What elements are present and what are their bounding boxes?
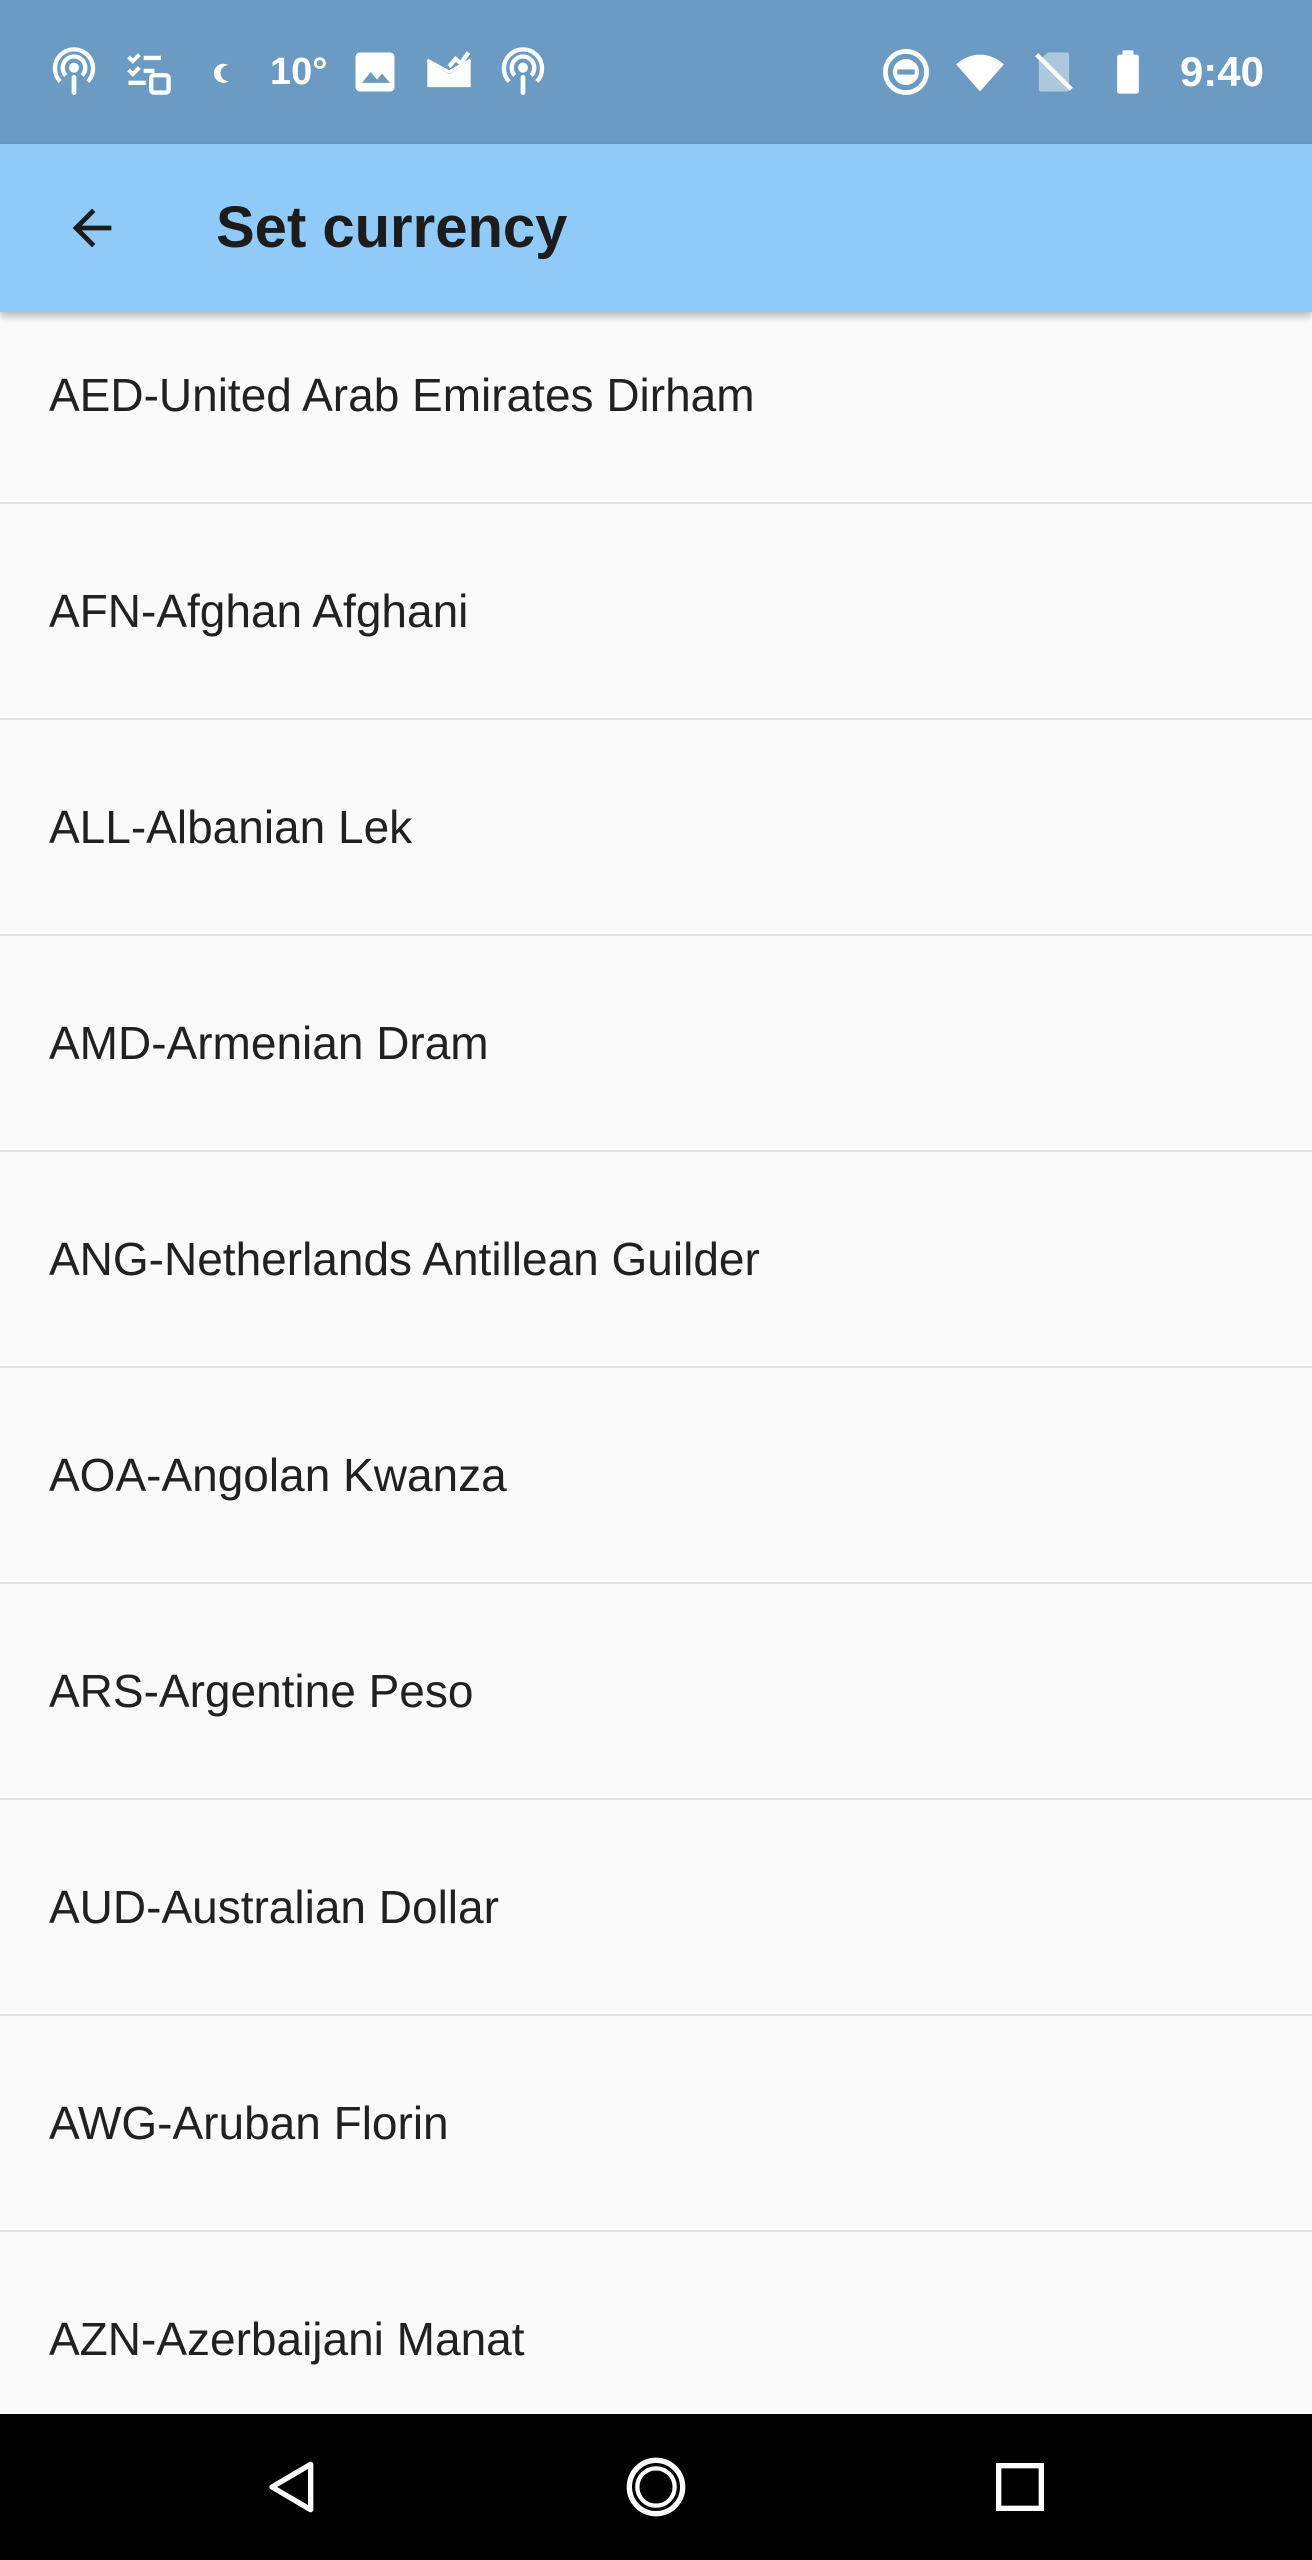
dnd-icon	[880, 46, 932, 98]
battery-icon	[1102, 46, 1154, 98]
podcast-icon	[48, 46, 100, 98]
temperature-text: 10°	[270, 50, 328, 93]
home-circle-icon	[626, 2457, 686, 2517]
back-button[interactable]	[44, 180, 140, 276]
currency-item-ars[interactable]: ARS-Argentine Peso	[0, 1584, 1312, 1800]
mail-done-icon	[423, 46, 475, 98]
tasks-icon	[122, 46, 174, 98]
page-title: Set currency	[216, 195, 568, 260]
app-bar: Set currency	[0, 144, 1312, 312]
currency-item-aed[interactable]: AED-United Arab Emirates Dirham	[0, 288, 1312, 504]
wifi-icon	[954, 46, 1006, 98]
nav-recents-button[interactable]	[970, 2437, 1070, 2537]
currency-item-aud[interactable]: AUD-Australian Dollar	[0, 1800, 1312, 2016]
currency-item-awg[interactable]: AWG-Aruban Florin	[0, 2016, 1312, 2232]
moon-icon	[196, 46, 248, 98]
arrow-back-icon	[72, 208, 112, 248]
navigation-bar	[0, 2414, 1312, 2560]
currency-list[interactable]: AED-United Arab Emirates Dirham AFN-Afgh…	[0, 288, 1312, 2414]
podcast-icon	[497, 46, 549, 98]
currency-item-ang[interactable]: ANG-Netherlands Antillean Guilder	[0, 1152, 1312, 1368]
no-sim-icon	[1028, 46, 1080, 98]
currency-item-aoa[interactable]: AOA-Angolan Kwanza	[0, 1368, 1312, 1584]
nav-home-button[interactable]	[606, 2437, 706, 2537]
back-triangle-icon	[269, 2461, 314, 2513]
status-bar-system: 9:40	[880, 0, 1264, 144]
clock-text: 9:40	[1179, 48, 1264, 95]
status-bar: 10° 9:40	[0, 0, 1312, 144]
currency-item-all[interactable]: ALL-Albanian Lek	[0, 720, 1312, 936]
recents-square-icon	[996, 2463, 1044, 2511]
image-icon	[349, 46, 401, 98]
status-bar-notifications: 10°	[48, 0, 549, 144]
nav-back-button[interactable]	[242, 2437, 342, 2537]
currency-item-afn[interactable]: AFN-Afghan Afghani	[0, 504, 1312, 720]
currency-item-azn[interactable]: AZN-Azerbaijani Manat	[0, 2232, 1312, 2414]
currency-item-amd[interactable]: AMD-Armenian Dram	[0, 936, 1312, 1152]
